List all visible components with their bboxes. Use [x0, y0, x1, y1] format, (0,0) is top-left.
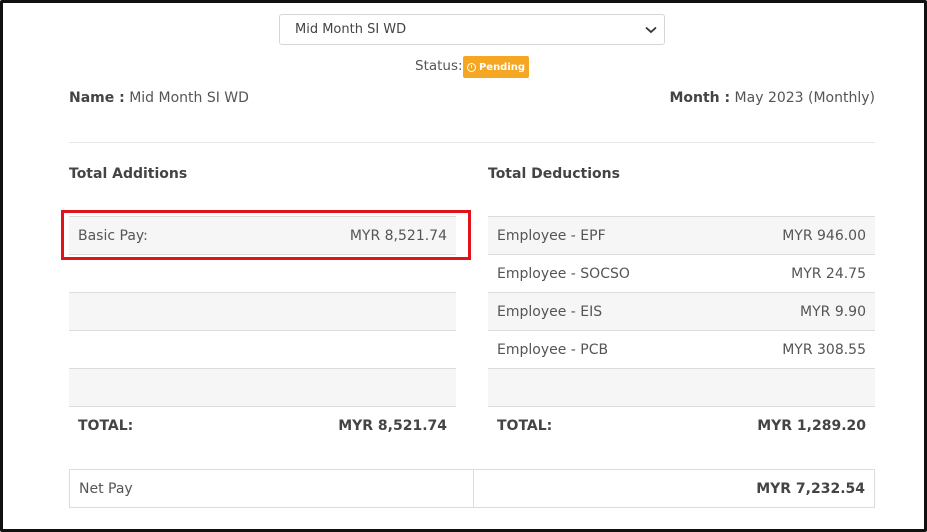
total-row: TOTAL: MYR 1,289.20: [488, 406, 875, 444]
table-row: Employee - EPF MYR 946.00: [488, 216, 875, 254]
row-value: MYR 308.55: [782, 342, 866, 358]
total-row: TOTAL: MYR 8,521.74: [69, 406, 456, 444]
chevron-down-icon: [644, 15, 658, 44]
pay-month: Month : May 2023 (Monthly): [669, 90, 875, 106]
row-label: Employee - PCB: [497, 342, 609, 358]
row-value: MYR 9.90: [800, 304, 866, 320]
total-value: MYR 1,289.20: [757, 418, 866, 434]
status-label: Status:: [415, 58, 463, 74]
divider: [69, 142, 875, 143]
row-label: Employee - SOCSO: [497, 266, 630, 282]
total-label: TOTAL:: [78, 418, 134, 434]
payslip-select-value: Mid Month SI WD: [295, 22, 407, 37]
total-label: TOTAL:: [497, 418, 553, 434]
row-label: Employee - EIS: [497, 304, 603, 320]
net-pay-label: Net Pay: [79, 481, 133, 497]
month-value: May 2023 (Monthly): [734, 90, 875, 106]
table-row: Employee - PCB MYR 308.55: [488, 330, 875, 368]
total-value: MYR 8,521.74: [338, 418, 447, 434]
net-pay-row: Net Pay MYR 7,232.54: [69, 469, 875, 508]
row-value: MYR 24.75: [791, 266, 866, 282]
basic-pay-highlight: [61, 210, 471, 260]
clock-icon: [466, 62, 476, 72]
table-row: [69, 330, 456, 368]
employee-name: Name : Mid Month SI WD: [69, 90, 249, 106]
table-row: [69, 368, 456, 406]
payslip-select[interactable]: Mid Month SI WD: [279, 14, 665, 45]
status-badge-text: Pending: [478, 61, 526, 73]
row-label: Employee - EPF: [497, 228, 606, 244]
deductions-table: Employee - EPF MYR 946.00 Employee - SOC…: [488, 216, 875, 444]
row-value: MYR 946.00: [782, 228, 866, 244]
status-badge: Pending: [463, 56, 529, 78]
month-label: Month :: [669, 90, 731, 106]
additions-title: Total Additions: [69, 166, 188, 182]
table-row: Employee - SOCSO MYR 24.75: [488, 254, 875, 292]
table-row: [488, 368, 875, 406]
name-label: Name :: [69, 90, 125, 106]
net-pay-divider: [473, 470, 474, 507]
table-row: Employee - EIS MYR 9.90: [488, 292, 875, 330]
net-pay-value: MYR 7,232.54: [756, 481, 865, 497]
deductions-title: Total Deductions: [488, 166, 620, 182]
table-row: [69, 292, 456, 330]
name-value: Mid Month SI WD: [129, 90, 249, 106]
